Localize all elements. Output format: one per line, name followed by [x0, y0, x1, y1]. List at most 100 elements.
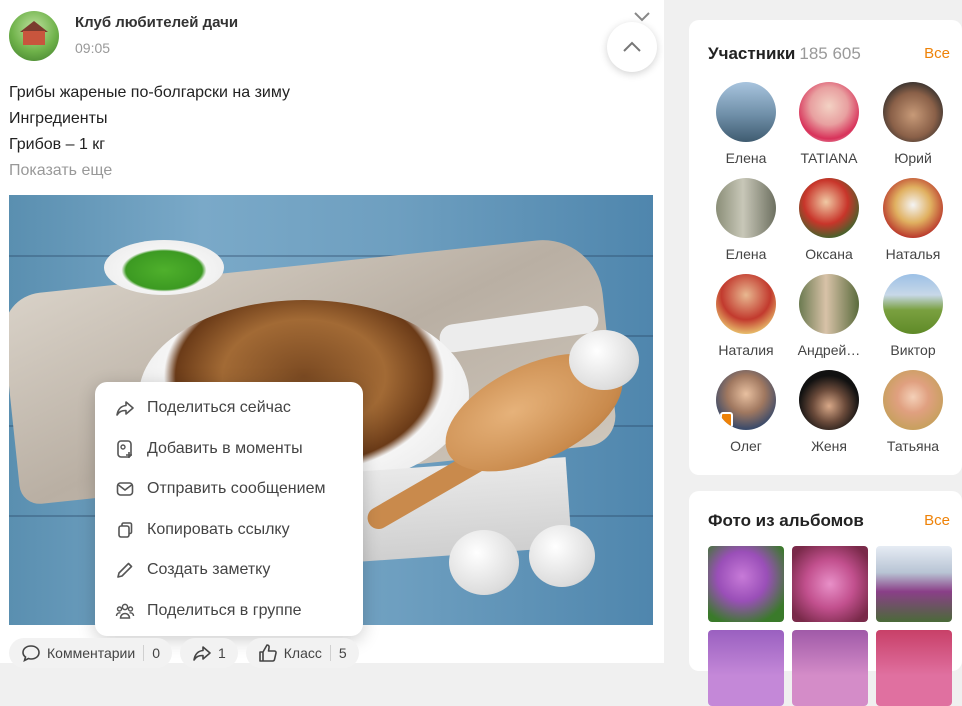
online-status-icon — [720, 412, 733, 428]
share-arrow-icon — [115, 398, 135, 418]
comments-button[interactable]: Комментарии 0 — [9, 638, 172, 668]
member-name: Оксана — [805, 246, 853, 262]
menu-item-create-note[interactable]: Создать заметку — [95, 550, 363, 591]
album-photo-thumbnail[interactable] — [708, 630, 784, 706]
group-icon — [115, 601, 135, 621]
show-more-link[interactable]: Показать еще — [9, 158, 290, 184]
member-name: Татьяна — [886, 438, 940, 454]
avatar — [883, 370, 943, 430]
member-item[interactable]: Елена — [704, 82, 788, 166]
shares-count: 1 — [217, 645, 226, 661]
member-item[interactable]: Юрий — [871, 82, 955, 166]
photo-onion — [529, 525, 595, 587]
avatar — [799, 82, 859, 142]
albums-all-link[interactable]: Все — [924, 512, 950, 529]
album-photo-thumbnail[interactable] — [708, 546, 784, 622]
chevron-up-icon — [623, 41, 641, 52]
comment-bubble-icon — [21, 643, 41, 663]
member-item[interactable]: Елена — [704, 178, 788, 262]
menu-item-label: Поделиться сейчас — [147, 399, 291, 417]
share-button[interactable]: 1 — [179, 638, 238, 668]
avatar — [716, 82, 776, 142]
post-text: Грибы жареные по-болгарски на зиму Ингре… — [9, 80, 290, 184]
scroll-to-top-button[interactable] — [607, 22, 657, 72]
avatar — [799, 370, 859, 430]
divider — [329, 645, 331, 661]
member-item[interactable]: TATIANA — [787, 82, 871, 166]
album-photo-thumbnail[interactable] — [876, 546, 952, 622]
post-time: 09:05 — [75, 40, 111, 56]
member-name: Женя — [811, 438, 847, 454]
avatar — [716, 178, 776, 238]
member-item[interactable]: Оксана — [787, 178, 871, 262]
member-item[interactable]: Виктор — [871, 274, 955, 358]
menu-item-label: Поделиться в группе — [147, 601, 302, 619]
member-item[interactable]: Олег — [704, 370, 788, 454]
member-name: Наталия — [718, 342, 774, 358]
share-arrow-icon — [192, 643, 212, 663]
comments-count: 0 — [152, 645, 160, 661]
member-item[interactable]: Татьяна — [871, 370, 955, 454]
member-item[interactable]: Наталья — [871, 178, 955, 262]
member-name: Наталья — [885, 246, 941, 262]
divider — [143, 645, 145, 661]
likes-label: Класс — [283, 645, 322, 661]
avatar — [883, 274, 943, 334]
avatar — [799, 178, 859, 238]
avatar — [883, 82, 943, 142]
album-photo-thumbnail[interactable] — [876, 630, 952, 706]
menu-item-send-message[interactable]: Отправить сообщением — [95, 469, 363, 510]
avatar — [716, 274, 776, 334]
album-photo-thumbnail[interactable] — [792, 630, 868, 706]
pencil-icon — [115, 560, 135, 580]
menu-item-copy-link[interactable]: Копировать ссылку — [95, 510, 363, 551]
avatar — [799, 274, 859, 334]
photo-onion — [569, 330, 639, 390]
member-name: Елена — [725, 150, 767, 166]
menu-item-label: Создать заметку — [147, 561, 271, 579]
post-text-line: Грибов – 1 кг — [9, 136, 106, 153]
member-item[interactable]: Андрей… — [787, 274, 871, 358]
album-photo-thumbnail[interactable] — [792, 546, 868, 622]
comments-label: Комментарии — [47, 645, 136, 661]
thumbs-up-icon — [258, 643, 278, 663]
likes-count: 5 — [338, 645, 347, 661]
members-card: Участники 185 605 Все Елена TATIANA Юрий … — [689, 20, 962, 475]
avatar — [716, 370, 776, 430]
members-title-text: Участники — [708, 44, 796, 63]
menu-item-label: Добавить в моменты — [147, 439, 303, 457]
share-menu: Поделиться сейчас Добавить в моменты Отп… — [95, 382, 363, 636]
avatar — [883, 178, 943, 238]
like-button[interactable]: Класс 5 — [245, 638, 359, 668]
menu-item-add-moments[interactable]: Добавить в моменты — [95, 429, 363, 470]
menu-item-label: Отправить сообщением — [147, 480, 326, 498]
menu-item-share-now[interactable]: Поделиться сейчас — [95, 388, 363, 429]
group-avatar[interactable] — [9, 11, 59, 61]
member-name: Андрей… — [797, 342, 861, 358]
member-name: TATIANA — [800, 150, 858, 166]
moments-add-icon — [115, 439, 135, 459]
group-name-link[interactable]: Клуб любителей дачи — [75, 14, 238, 31]
post-text-line: Грибы жареные по-болгарски на зиму — [9, 84, 291, 101]
member-item[interactable]: Женя — [787, 370, 871, 454]
envelope-icon — [115, 479, 135, 499]
copy-icon — [115, 520, 135, 540]
photo-small-bowl — [104, 240, 224, 295]
feed-post: Клуб любителей дачи 09:05 Грибы жареные … — [0, 0, 664, 668]
members-count: 185 605 — [799, 44, 861, 63]
member-name: Елена — [725, 246, 767, 262]
post-actions: Комментарии 0 1 Класс 5 — [9, 638, 359, 668]
menu-item-share-group[interactable]: Поделиться в группе — [95, 591, 363, 632]
member-item[interactable]: Наталия — [704, 274, 788, 358]
members-title: Участники 185 605 — [708, 44, 861, 64]
avatar-house — [23, 31, 45, 45]
post-text-line: Ингредиенты — [9, 110, 108, 127]
albums-card: Фото из альбомов Все — [689, 491, 962, 706]
albums-title: Фото из альбомов — [708, 511, 864, 530]
members-all-link[interactable]: Все — [924, 45, 950, 62]
member-name: Виктор — [890, 342, 936, 358]
photo-onion — [449, 530, 519, 595]
member-name: Олег — [730, 438, 762, 454]
menu-item-label: Копировать ссылку — [147, 520, 290, 538]
member-name: Юрий — [894, 150, 932, 166]
